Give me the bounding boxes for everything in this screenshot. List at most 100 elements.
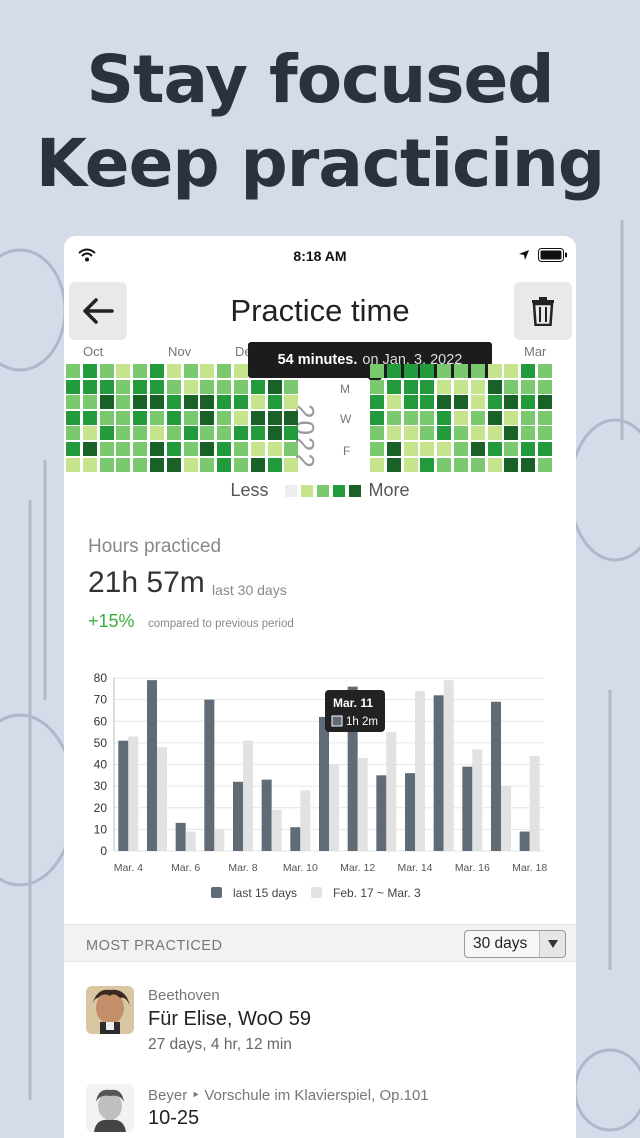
heatmap-cell[interactable] <box>504 410 519 425</box>
heatmap-cell[interactable] <box>183 364 198 378</box>
heatmap-cell[interactable] <box>116 379 131 394</box>
heatmap-cell[interactable] <box>116 457 131 472</box>
heatmap-cell[interactable] <box>82 410 97 425</box>
heatmap-cell[interactable] <box>99 442 114 456</box>
heatmap-cell[interactable] <box>116 395 131 410</box>
heatmap-cell[interactable] <box>403 426 418 441</box>
heatmap-cell[interactable] <box>250 379 265 394</box>
heatmap-cell[interactable] <box>386 379 401 394</box>
heatmap-cell[interactable] <box>403 410 418 425</box>
heatmap-cell[interactable] <box>234 442 248 456</box>
heatmap-cell[interactable] <box>470 457 485 472</box>
heatmap-cell[interactable] <box>250 457 265 472</box>
heatmap-cell[interactable] <box>133 364 148 378</box>
heatmap-cell[interactable] <box>420 442 435 456</box>
heatmap-cell[interactable] <box>437 395 452 410</box>
heatmap-cell[interactable] <box>504 442 519 456</box>
heatmap-cell[interactable] <box>99 457 114 472</box>
heatmap-cell[interactable] <box>234 426 248 441</box>
heatmap-cell[interactable] <box>183 410 198 425</box>
heatmap-cell[interactable] <box>217 395 232 410</box>
heatmap-cell[interactable] <box>370 442 384 456</box>
heatmap-cell[interactable] <box>284 410 299 425</box>
heatmap-cell[interactable] <box>66 426 80 441</box>
heatmap-cell[interactable] <box>521 442 536 456</box>
heatmap-cell[interactable] <box>437 442 452 456</box>
heatmap-cell[interactable] <box>538 395 552 410</box>
heatmap-cell[interactable] <box>116 364 131 378</box>
heatmap-cell[interactable] <box>183 379 198 394</box>
heatmap-cell[interactable] <box>437 426 452 441</box>
heatmap-cell[interactable] <box>217 410 232 425</box>
heatmap-cell[interactable] <box>150 457 164 472</box>
heatmap-cell[interactable] <box>420 426 435 441</box>
heatmap-cell[interactable] <box>133 395 148 410</box>
heatmap-cell[interactable] <box>470 410 485 425</box>
heatmap-cell[interactable] <box>150 426 164 441</box>
heatmap-cell[interactable] <box>267 426 282 441</box>
heatmap-cell[interactable] <box>250 395 265 410</box>
heatmap-cell[interactable] <box>133 426 148 441</box>
heatmap-cell[interactable] <box>183 395 198 410</box>
heatmap-cell[interactable] <box>386 410 401 425</box>
heatmap-cell[interactable] <box>470 364 485 378</box>
heatmap-cell[interactable] <box>234 395 248 410</box>
heatmap-cell[interactable] <box>370 364 384 378</box>
heatmap-cell[interactable] <box>217 457 232 472</box>
heatmap-cell[interactable] <box>66 410 80 425</box>
heatmap-cell[interactable] <box>150 395 164 410</box>
heatmap-cell[interactable] <box>470 395 485 410</box>
heatmap-cell[interactable] <box>370 379 384 394</box>
delete-button[interactable] <box>514 282 572 340</box>
heatmap-cell[interactable] <box>66 442 80 456</box>
heatmap-cell[interactable] <box>487 426 502 441</box>
heatmap-cell[interactable] <box>82 364 97 378</box>
heatmap-cell[interactable] <box>250 426 265 441</box>
heatmap-cell[interactable] <box>470 442 485 456</box>
heatmap-cell[interactable] <box>487 395 502 410</box>
heatmap-cell[interactable] <box>403 379 418 394</box>
heatmap-cell[interactable] <box>521 426 536 441</box>
heatmap-cell[interactable] <box>99 364 114 378</box>
heatmap-cell[interactable] <box>454 410 468 425</box>
heatmap-cell[interactable] <box>284 379 299 394</box>
heatmap-cell[interactable] <box>166 379 181 394</box>
heatmap-cell[interactable] <box>217 379 232 394</box>
heatmap-cell[interactable] <box>386 395 401 410</box>
heatmap-cell[interactable] <box>166 395 181 410</box>
heatmap-cell[interactable] <box>403 395 418 410</box>
heatmap-cell[interactable] <box>217 364 232 378</box>
heatmap-cell[interactable] <box>267 457 282 472</box>
heatmap-cell[interactable] <box>183 442 198 456</box>
heatmap-cell[interactable] <box>234 379 248 394</box>
heatmap-cell[interactable] <box>420 457 435 472</box>
heatmap-cell[interactable] <box>99 426 114 441</box>
practice-bar-chart[interactable]: 0 10 20 30 40 50 60 70 80 Mar. 4 Mar. 6 Mar. 8 Mar. … <box>84 666 554 916</box>
list-item[interactable]: Beethoven Für Elise, WoO 59 27 days, 4 h… <box>64 976 576 1076</box>
heatmap-cell[interactable] <box>538 379 552 394</box>
heatmap-cell[interactable] <box>116 442 131 456</box>
heatmap-cell[interactable] <box>454 426 468 441</box>
heatmap-cell[interactable] <box>521 457 536 472</box>
heatmap-cell[interactable] <box>504 364 519 378</box>
heatmap-cell[interactable] <box>386 426 401 441</box>
heatmap-cell[interactable] <box>521 410 536 425</box>
heatmap-cell[interactable] <box>420 410 435 425</box>
heatmap-cell[interactable] <box>420 364 435 378</box>
heatmap-cell[interactable] <box>166 410 181 425</box>
heatmap-cell[interactable] <box>66 364 80 378</box>
heatmap-cell[interactable] <box>267 395 282 410</box>
heatmap-cell[interactable] <box>487 457 502 472</box>
heatmap-cell[interactable] <box>200 379 215 394</box>
heatmap-cell[interactable] <box>454 379 468 394</box>
heatmap-cell[interactable] <box>470 379 485 394</box>
heatmap-cell[interactable] <box>183 457 198 472</box>
heatmap-cell[interactable] <box>267 410 282 425</box>
heatmap-cell[interactable] <box>267 379 282 394</box>
heatmap-cell[interactable] <box>386 442 401 456</box>
heatmap-cell[interactable] <box>200 457 215 472</box>
heatmap-cell[interactable] <box>386 457 401 472</box>
heatmap-cell[interactable] <box>183 426 198 441</box>
heatmap-cell[interactable] <box>166 442 181 456</box>
heatmap-cell[interactable] <box>66 379 80 394</box>
